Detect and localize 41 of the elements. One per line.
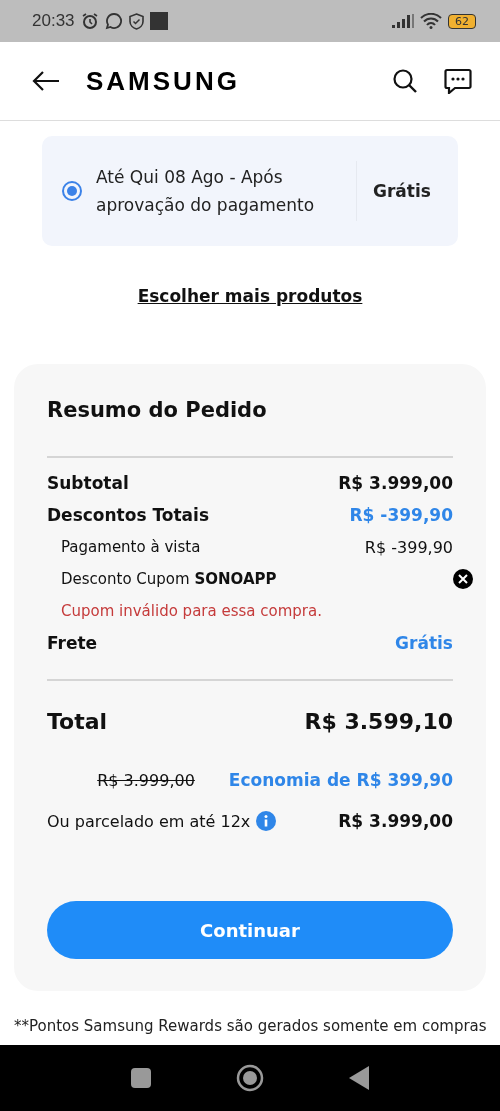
back-arrow-icon[interactable] bbox=[32, 70, 60, 92]
close-icon bbox=[458, 574, 468, 584]
info-icon[interactable] bbox=[256, 811, 277, 831]
summary-label: Subtotal bbox=[47, 473, 129, 493]
back-icon[interactable] bbox=[349, 1066, 369, 1090]
search-icon[interactable] bbox=[392, 68, 418, 94]
total-label: Total bbox=[47, 708, 108, 734]
home-icon[interactable] bbox=[236, 1064, 264, 1092]
clock: 20:33 bbox=[32, 11, 75, 31]
original-price: R$ 3.999,00 bbox=[97, 770, 195, 790]
chat-bubble-icon[interactable] bbox=[444, 68, 472, 94]
coupon-error-message: Cupom inválido para essa compra. bbox=[60, 601, 323, 622]
delivery-option-card[interactable]: Até Qui 08 Ago - Após aprovação do pagamento Grátis bbox=[42, 136, 458, 246]
summary-label: Descontos Totais bbox=[47, 505, 210, 525]
recents-icon[interactable] bbox=[131, 1068, 151, 1088]
chat-icon bbox=[104, 12, 123, 30]
samsung-logo: SAMSUNG bbox=[86, 65, 240, 97]
summary-value: R$ 3.999,00 bbox=[338, 473, 453, 493]
summary-value: Grátis bbox=[395, 633, 453, 653]
square-icon bbox=[149, 12, 168, 30]
alarm-icon bbox=[80, 12, 99, 30]
summary-title: Resumo do Pedido bbox=[47, 398, 268, 422]
summary-value: R$ -399,90 bbox=[349, 505, 453, 525]
remove-coupon-button[interactable] bbox=[453, 569, 473, 589]
summary-label: Frete bbox=[47, 633, 98, 653]
radio-button[interactable] bbox=[62, 181, 82, 201]
installments-label: Ou parcelado em até 12x bbox=[47, 811, 251, 831]
more-products-link[interactable]: Escolher mais produtos bbox=[137, 286, 363, 306]
installments-value: R$ 3.999,00 bbox=[338, 811, 453, 831]
summary-value: R$ -399,90 bbox=[364, 537, 453, 557]
shield-icon bbox=[128, 12, 144, 30]
wifi-icon bbox=[420, 13, 442, 29]
total-value: R$ 3.599,10 bbox=[304, 708, 453, 734]
battery-indicator: 62 bbox=[448, 13, 476, 29]
summary-label: Pagamento à vista bbox=[60, 538, 201, 556]
coupon-label: Desconto Cupom SONOAPP bbox=[60, 570, 277, 588]
delivery-label: Até Qui 08 Ago - Após aprovação do pagamento bbox=[96, 166, 316, 217]
delivery-price: Grátis bbox=[373, 181, 431, 201]
savings-text: Economia de R$ 399,90 bbox=[228, 770, 453, 790]
rewards-footnote: **Pontos Samsung Rewards são gerados somente em compras bbox=[14, 1017, 486, 1035]
signal-icon bbox=[392, 14, 414, 28]
